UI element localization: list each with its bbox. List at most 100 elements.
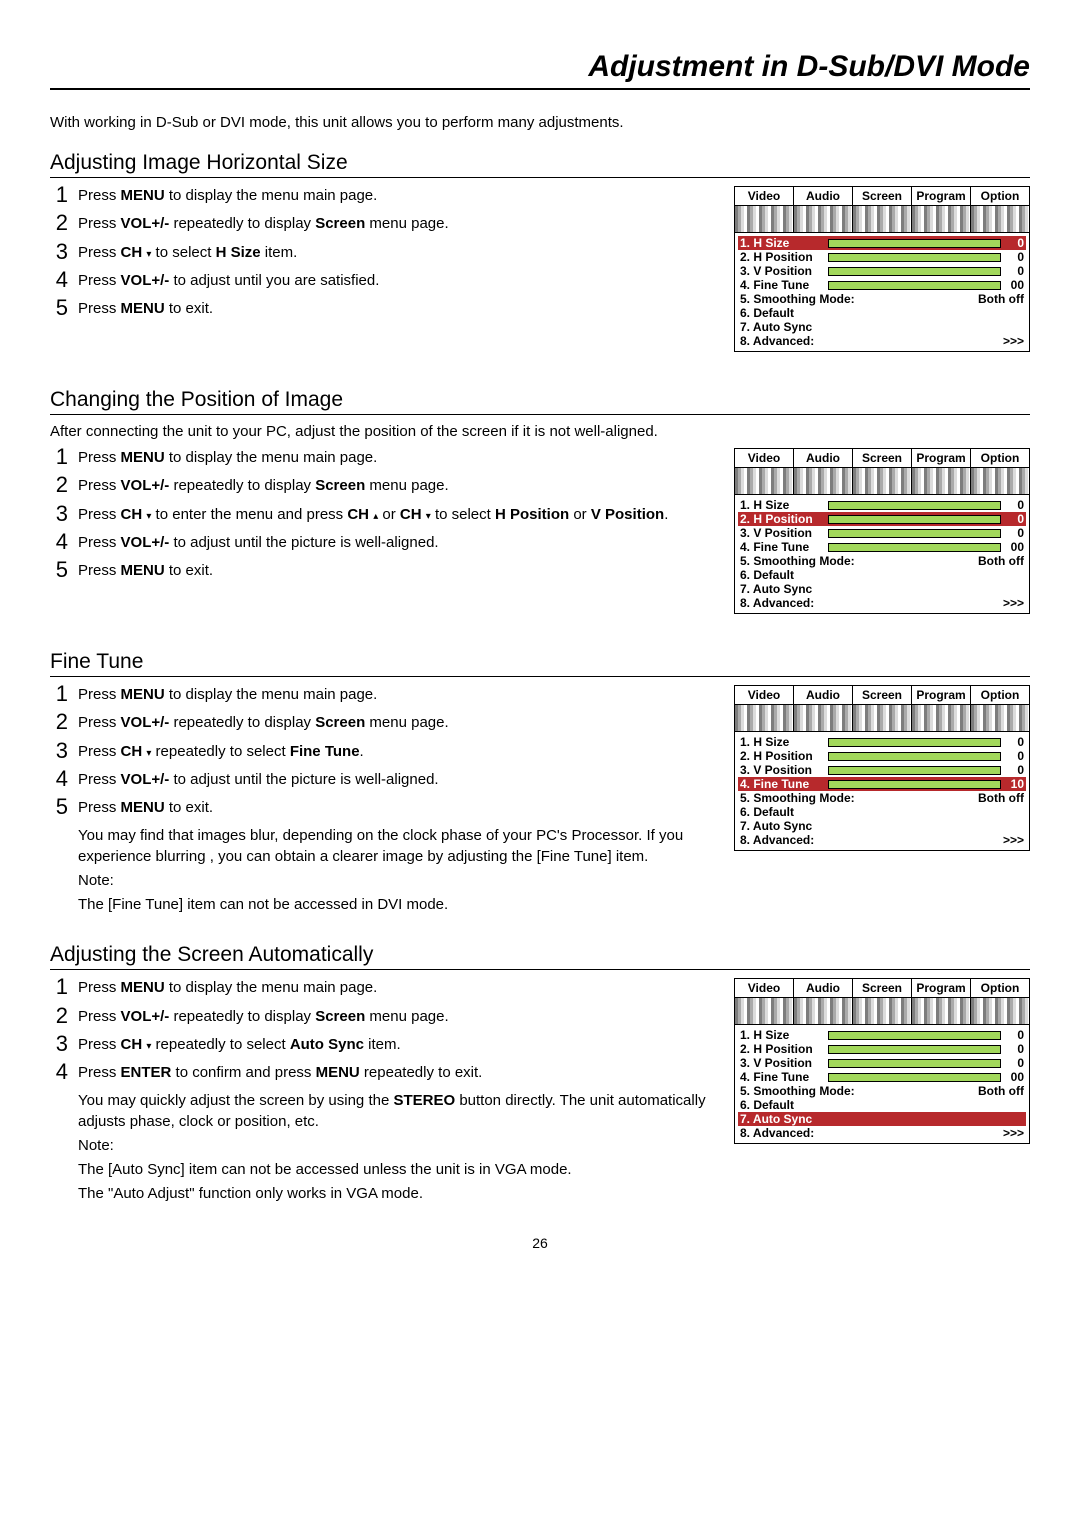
step-text: Press VOL+/- repeatedly to display Scree… <box>78 476 714 496</box>
osd-value: 0 <box>1004 236 1026 250</box>
osd-panel: VideoAudioScreenProgramOption 1. H Size … <box>734 978 1030 1144</box>
note-text: The [Auto Sync] item can not be accessed… <box>78 1160 714 1180</box>
step-text: Press ENTER to confirm and press MENU re… <box>78 1063 714 1083</box>
osd-value: 0 <box>1004 1028 1026 1042</box>
step-text: Press MENU to display the menu main page… <box>78 186 714 206</box>
step-text: Press MENU to exit. <box>78 561 714 581</box>
section: Adjusting Image Horizontal Size Press ME… <box>50 151 1030 360</box>
osd-thumb <box>735 998 794 1024</box>
steps-column: Press MENU to display the menu main page… <box>50 685 714 915</box>
osd-value: 0 <box>1004 498 1026 512</box>
osd-tab: Screen <box>853 979 912 997</box>
steps-list: Press MENU to display the menu main page… <box>50 685 714 818</box>
osd-row: 5. Smoothing Mode:Both off <box>738 791 1026 805</box>
osd-value: 0 <box>1004 763 1026 777</box>
osd-row: 8. Advanced:>>> <box>738 334 1026 348</box>
section-title: Adjusting Image Horizontal Size <box>50 151 1030 178</box>
osd-label: 8. Advanced: <box>740 1126 814 1140</box>
osd-thumb <box>912 468 971 494</box>
osd-row: 5. Smoothing Mode:Both off <box>738 1084 1026 1098</box>
osd-slider <box>828 267 1001 276</box>
osd-row: 2. H Position 0 <box>738 1042 1026 1056</box>
osd-slider <box>828 529 1001 538</box>
step-item: Press VOL+/- repeatedly to display Scree… <box>50 214 714 234</box>
osd-row: 3. V Position 0 <box>738 1056 1026 1070</box>
osd-value: 0 <box>1004 526 1026 540</box>
step-text: Press VOL+/- to adjust until you are sat… <box>78 271 714 291</box>
osd-right: >>> <box>1003 833 1024 847</box>
note-text: You may quickly adjust the screen by usi… <box>78 1091 714 1132</box>
osd-row: 8. Advanced:>>> <box>738 596 1026 610</box>
osd-value: 0 <box>1004 735 1026 749</box>
osd-label: 7. Auto Sync <box>740 320 812 334</box>
steps-list: Press MENU to display the menu main page… <box>50 978 714 1083</box>
osd-row: 1. H Size 0 <box>738 735 1026 749</box>
osd-label: 4. Fine Tune <box>738 1070 828 1084</box>
osd-label: 5. Smoothing Mode: <box>740 292 855 306</box>
osd-row: 4. Fine Tune 00 <box>738 1070 1026 1084</box>
osd-thumb <box>794 206 853 232</box>
page-number: 26 <box>50 1235 1030 1251</box>
osd-value: 0 <box>1004 749 1026 763</box>
step-text: Press MENU to exit. <box>78 798 714 818</box>
osd-label: 5. Smoothing Mode: <box>740 554 855 568</box>
osd-tab: Screen <box>853 686 912 704</box>
osd-body: 1. H Size 0 2. H Position 0 3. V Positio… <box>735 233 1029 351</box>
osd-row: 4. Fine Tune 00 <box>738 278 1026 292</box>
osd-column: VideoAudioScreenProgramOption 1. H Size … <box>734 448 1030 622</box>
osd-tab: Audio <box>794 187 853 205</box>
osd-tabs: VideoAudioScreenProgramOption <box>735 449 1029 468</box>
osd-thumb <box>794 705 853 731</box>
osd-row: 2. H Position 0 <box>738 250 1026 264</box>
osd-row: 4. Fine Tune 00 <box>738 540 1026 554</box>
osd-row: 2. H Position 0 <box>738 512 1026 526</box>
osd-label: 8. Advanced: <box>740 833 814 847</box>
osd-label: 3. V Position <box>738 264 828 278</box>
step-item: Press VOL+/- to adjust until you are sat… <box>50 271 714 291</box>
osd-body: 1. H Size 0 2. H Position 0 3. V Positio… <box>735 1025 1029 1143</box>
steps-list: Press MENU to display the menu main page… <box>50 448 714 581</box>
osd-slider <box>828 1073 1001 1082</box>
section-title: Adjusting the Screen Automatically <box>50 943 1030 970</box>
osd-value: 00 <box>1004 1070 1026 1084</box>
osd-thumbs <box>735 998 1029 1025</box>
osd-row: 6. Default <box>738 306 1026 320</box>
steps-column: Press MENU to display the menu main page… <box>50 448 714 589</box>
osd-tab: Option <box>971 686 1029 704</box>
step-item: Press VOL+/- repeatedly to display Scree… <box>50 476 714 496</box>
osd-label: 7. Auto Sync <box>740 819 812 833</box>
osd-thumb <box>971 206 1029 232</box>
osd-slider <box>828 239 1001 248</box>
osd-label: 1. H Size <box>738 1028 828 1042</box>
section: Adjusting the Screen Automatically Press… <box>50 943 1030 1204</box>
osd-tab: Video <box>735 686 794 704</box>
step-item: Press VOL+/- to adjust until the picture… <box>50 533 714 553</box>
step-item: Press CH ▾ repeatedly to select Auto Syn… <box>50 1035 714 1055</box>
osd-row: 6. Default <box>738 805 1026 819</box>
osd-slider <box>828 738 1001 747</box>
osd-label: 3. V Position <box>738 763 828 777</box>
osd-row: 7. Auto Sync <box>738 582 1026 596</box>
osd-row: 6. Default <box>738 568 1026 582</box>
osd-tab: Video <box>735 449 794 467</box>
step-text: Press CH ▾ repeatedly to select Auto Syn… <box>78 1035 714 1055</box>
step-item: Press CH ▾ to enter the menu and press C… <box>50 505 714 525</box>
step-item: Press VOL+/- repeatedly to display Scree… <box>50 1007 714 1027</box>
osd-right: Both off <box>978 1084 1024 1098</box>
osd-row: 4. Fine Tune 10 <box>738 777 1026 791</box>
osd-row: 5. Smoothing Mode:Both off <box>738 554 1026 568</box>
osd-slider <box>828 281 1001 290</box>
osd-label: 6. Default <box>740 1098 794 1112</box>
osd-thumb <box>971 705 1029 731</box>
osd-thumbs <box>735 468 1029 495</box>
step-item: Press MENU to exit. <box>50 561 714 581</box>
osd-panel: VideoAudioScreenProgramOption 1. H Size … <box>734 685 1030 851</box>
step-item: Press MENU to exit. <box>50 798 714 818</box>
step-text: Press VOL+/- to adjust until the picture… <box>78 533 714 553</box>
osd-right: Both off <box>978 791 1024 805</box>
osd-thumb <box>971 998 1029 1024</box>
osd-row: 3. V Position 0 <box>738 763 1026 777</box>
step-item: Press CH ▾ to select H Size item. <box>50 243 714 263</box>
osd-thumb <box>912 705 971 731</box>
osd-row: 5. Smoothing Mode:Both off <box>738 292 1026 306</box>
